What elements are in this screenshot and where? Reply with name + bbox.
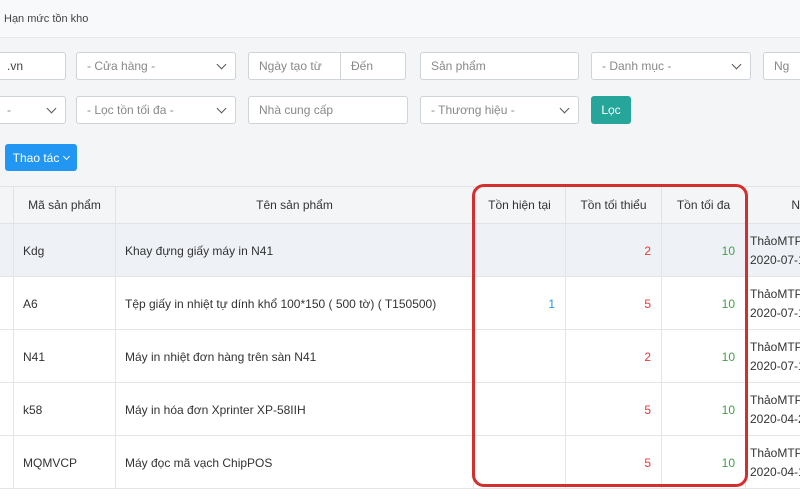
- breadcrumb: Hạn mức tồn kho: [0, 0, 800, 38]
- chevron-down-icon: [46, 103, 57, 113]
- header-max-stock[interactable]: Tồn tối đa: [662, 187, 746, 224]
- brand-select[interactable]: - Thương hiệu -: [420, 96, 579, 124]
- product-code: k58: [14, 383, 116, 436]
- product-name: Máy in hóa đơn Xprinter XP-58IIH: [116, 383, 474, 436]
- current-stock: 1: [474, 277, 566, 330]
- row-select-cell: [0, 383, 14, 436]
- chevron-down-icon: [731, 59, 742, 69]
- min-stock: 5: [566, 277, 662, 330]
- header-current-stock[interactable]: Tồn hiện tại: [474, 187, 566, 224]
- actions-dropdown-button[interactable]: Thao tác: [5, 144, 77, 171]
- row-select-cell: [0, 330, 14, 383]
- header-select: [0, 187, 14, 224]
- product-code: MQMVCP: [14, 436, 116, 489]
- creator-name: ThảoMTP: [750, 286, 800, 301]
- creator-cell: ThảoMTP 2020-07-1: [746, 224, 800, 277]
- table-row[interactable]: A6 Tệp giấy in nhiệt tự dính khổ 100*150…: [0, 277, 800, 330]
- current-stock: [474, 383, 566, 436]
- date-range-input[interactable]: Ngày tạo từ Đến: [248, 52, 406, 80]
- max-stock: 10: [662, 224, 746, 277]
- created-date: 2020-04-2: [750, 411, 800, 426]
- creator-cell: ThảoMTP 2020-07-1: [746, 330, 800, 383]
- max-stock-select[interactable]: - Lọc tồn tối đa -: [76, 96, 236, 124]
- date-to-input[interactable]: Đến: [341, 59, 405, 73]
- created-date: 2020-07-1: [750, 252, 800, 267]
- product-name: Khay đựng giấy máy in N41: [116, 224, 474, 277]
- header-name[interactable]: Tên sản phẩm: [116, 187, 474, 224]
- current-stock: [474, 436, 566, 489]
- product-code: N41: [14, 330, 116, 383]
- creator-name: ThảoMTP: [750, 445, 800, 460]
- created-date: 2020-04-1: [750, 464, 800, 479]
- header-code[interactable]: Mã sản phẩm: [14, 187, 116, 224]
- product-code: A6: [14, 277, 116, 330]
- chevron-down-icon: [216, 59, 227, 69]
- chevron-down-icon: [63, 152, 71, 160]
- product-code: Kdg: [14, 224, 116, 277]
- min-stock: 2: [566, 330, 662, 383]
- creator-name: ThảoMTP: [750, 339, 800, 354]
- supplier-input[interactable]: Nhà cung cấp: [248, 96, 408, 124]
- chevron-down-icon: [216, 103, 227, 113]
- row-select-cell: [0, 224, 14, 277]
- date-divider: [340, 52, 341, 80]
- creator-select[interactable]: Người: [763, 52, 800, 80]
- creator-name: ThảoMTP: [750, 392, 800, 407]
- header-min-stock[interactable]: Tồn tối thiểu: [566, 187, 662, 224]
- max-stock: 10: [662, 383, 746, 436]
- creator-cell: ThảoMTP 2020-04-1: [746, 436, 800, 489]
- table-header: Mã sản phẩm Tên sản phẩm Tồn hiện tại Tồ…: [0, 187, 800, 224]
- creator-name: ThảoMTP: [750, 233, 800, 248]
- category-select[interactable]: - Danh mục -: [591, 52, 751, 80]
- max-stock: 10: [662, 436, 746, 489]
- product-name: Tệp giấy in nhiệt tự dính khổ 100*150 ( …: [116, 277, 474, 330]
- max-stock: 10: [662, 277, 746, 330]
- min-stock: 5: [566, 383, 662, 436]
- actions-label: Thao tác: [12, 150, 60, 165]
- product-search-input[interactable]: Sản phẩm: [420, 52, 579, 80]
- email-filter-input[interactable]: .vn: [0, 52, 66, 80]
- min-stock-select[interactable]: -: [0, 96, 66, 124]
- filter-button[interactable]: Lọc: [591, 96, 631, 124]
- stock-limit-table: Mã sản phẩm Tên sản phẩm Tồn hiện tại Tồ…: [0, 186, 800, 500]
- table-row[interactable]: k58 Máy in hóa đơn Xprinter XP-58IIH 5 1…: [0, 383, 800, 436]
- created-date: 2020-07-1: [750, 358, 800, 373]
- row-select-cell: [0, 436, 14, 489]
- created-date: 2020-07-1: [750, 305, 800, 320]
- current-stock: [474, 330, 566, 383]
- table-row[interactable]: Kdg Khay đựng giấy máy in N41 2 10 ThảoM…: [0, 224, 800, 277]
- product-name: Máy đọc mã vạch ChipPOS: [116, 436, 474, 489]
- min-stock: 5: [566, 436, 662, 489]
- row-select-cell: [0, 277, 14, 330]
- max-stock: 10: [662, 330, 746, 383]
- creator-cell: ThảoMTP 2020-07-1: [746, 277, 800, 330]
- table-row[interactable]: MQMVCP Máy đọc mã vạch ChipPOS 5 10 Thảo…: [0, 436, 800, 489]
- chevron-down-icon: [559, 103, 570, 113]
- creator-cell: ThảoMTP 2020-04-2: [746, 383, 800, 436]
- store-select[interactable]: - Cửa hàng -: [76, 52, 236, 80]
- table-row[interactable]: N41 Máy in nhiệt đơn hàng trên sàn N41 2…: [0, 330, 800, 383]
- product-name: Máy in nhiệt đơn hàng trên sàn N41: [116, 330, 474, 383]
- current-stock: [474, 224, 566, 277]
- min-stock: 2: [566, 224, 662, 277]
- header-creator[interactable]: N: [746, 187, 800, 224]
- date-from-input[interactable]: Ngày tạo từ: [249, 59, 341, 73]
- breadcrumb-current: Hạn mức tồn kho: [4, 13, 89, 25]
